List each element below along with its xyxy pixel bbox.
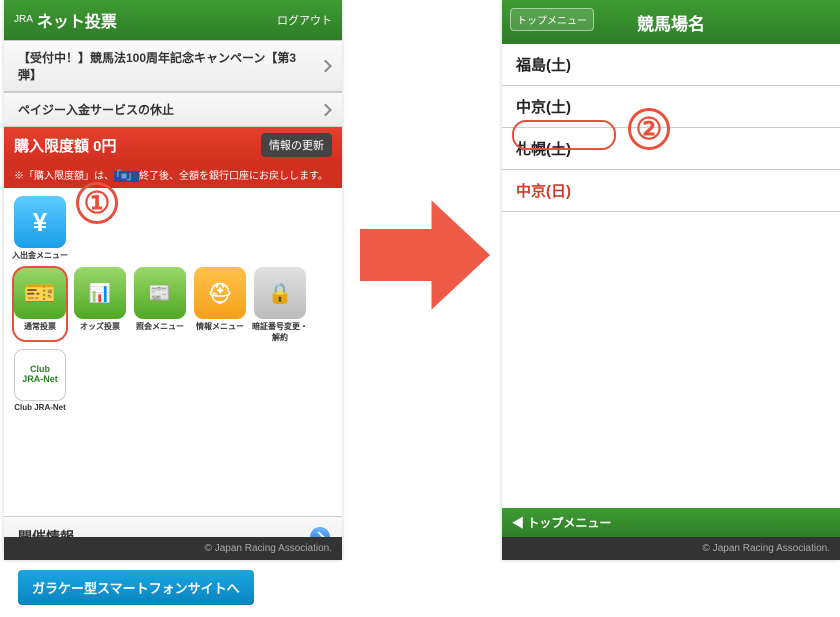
odds-vote-label: オッズ投票 — [80, 322, 120, 331]
limit-note-pre: ※「購入限度額」は、 — [14, 171, 114, 182]
track-label: 中京(土) — [516, 99, 571, 116]
screen-track-list: トップメニュー 競馬場名 福島(土) 中京(土) 札幌(土) 中京(日) ◀ ト… — [502, 0, 840, 560]
footer-left: © Japan Racing Association. — [4, 537, 342, 560]
transition-arrow — [360, 190, 490, 320]
copyright-right: © Japan Racing Association. — [502, 537, 840, 560]
inquiry-item[interactable]: 📰 照会メニュー — [132, 267, 188, 343]
jra-logo: JRA — [14, 15, 33, 25]
notice-payeasy-text: ペイジー入金サービスの休止 — [18, 103, 174, 117]
footer-top-menu[interactable]: ◀ トップメニュー — [502, 508, 840, 537]
notice-campaign[interactable]: 【受付中！】競馬法100周年記念キャンペーン【第3弾】 — [4, 40, 342, 92]
copyright-left: © Japan Racing Association. — [4, 537, 342, 560]
track-row-sapporo-sat[interactable]: 札幌(土) — [502, 128, 840, 170]
feature-phone-link-wrap: ガラケー型スマートフォンサイトへ — [4, 558, 342, 617]
feature-phone-button[interactable]: ガラケー型スマートフォンサイトへ — [18, 570, 254, 605]
limit-banner: 購入限度額 0円 情報の更新 — [4, 127, 342, 163]
footer-right: ◀ トップメニュー © Japan Racing Association. — [502, 508, 840, 560]
odds-vote-item[interactable]: 📊 オッズ投票 — [72, 267, 128, 343]
normal-vote-item[interactable]: 🎫 通常投票 — [12, 267, 68, 343]
deposit-menu-item[interactable]: ¥ 入出金メニュー — [12, 196, 68, 261]
header-bar-right: トップメニュー 競馬場名 — [502, 0, 840, 44]
screen-home: JRA ネット投票 ログアウト 【受付中！】競馬法100周年記念キャンペーン【第… — [4, 0, 342, 560]
club-jra-icon: ClubJRA-Net — [14, 349, 66, 401]
track-row-chukyo-sat[interactable]: 中京(土) — [502, 86, 840, 128]
lock-icon: 🔒 — [254, 267, 306, 319]
logout-link[interactable]: ログアウト — [277, 12, 332, 28]
limit-note: ※「購入限度額」は、「■」終了後、全額を銀行口座にお戻しします。 — [4, 163, 342, 188]
app-title: ネット投票 — [37, 8, 277, 32]
track-label: 札幌(土) — [516, 141, 571, 158]
track-row-fukushima-sat[interactable]: 福島(土) — [502, 44, 840, 86]
header-bar: JRA ネット投票 ログアウト — [4, 0, 342, 40]
limit-note-post: 終了後、全額を銀行口座にお戻しします。 — [139, 171, 328, 182]
notice-payeasy[interactable]: ペイジー入金サービスの休止 — [4, 92, 342, 127]
info-menu-label: 情報メニュー — [196, 322, 244, 331]
track-row-chukyo-sun[interactable]: 中京(日) — [502, 170, 840, 212]
yen-icon: ¥ — [14, 196, 66, 248]
inquiry-label: 照会メニュー — [136, 322, 184, 331]
track-label: 中京(日) — [516, 183, 571, 200]
limit-title: 購入限度額 0円 — [14, 135, 261, 156]
normal-vote-label: 通常投票 — [24, 322, 56, 331]
update-button[interactable]: 情報の更新 — [261, 133, 332, 157]
track-label: 福島(土) — [516, 57, 571, 74]
helmet-icon: ⛑ — [194, 267, 246, 319]
ticket-icon: 🎫 — [14, 267, 66, 319]
pin-item[interactable]: 🔒 暗証番号変更・解約 — [252, 267, 308, 343]
notice-campaign-text: 【受付中！】競馬法100周年記念キャンペーン【第3弾】 — [18, 51, 296, 82]
deposit-label: 入出金メニュー — [12, 251, 68, 260]
menu-grid: ¥ 入出金メニュー 🎫 通常投票 📊 オッズ投票 📰 照会メニュー ⛑ 情報メニ… — [4, 188, 342, 426]
top-menu-chip[interactable]: トップメニュー — [510, 8, 594, 31]
pin-label: 暗証番号変更・解約 — [252, 322, 308, 342]
club-jra-item[interactable]: ClubJRA-Net Club JRA-Net — [12, 349, 68, 412]
odds-icon: 📊 — [74, 267, 126, 319]
limit-note-link[interactable]: 「■」 — [114, 171, 139, 182]
club-jra-label: Club JRA-Net — [14, 403, 66, 412]
info-menu-item[interactable]: ⛑ 情報メニュー — [192, 267, 248, 343]
newspaper-icon: 📰 — [134, 267, 186, 319]
track-list: 福島(土) 中京(土) 札幌(土) 中京(日) — [502, 44, 840, 212]
